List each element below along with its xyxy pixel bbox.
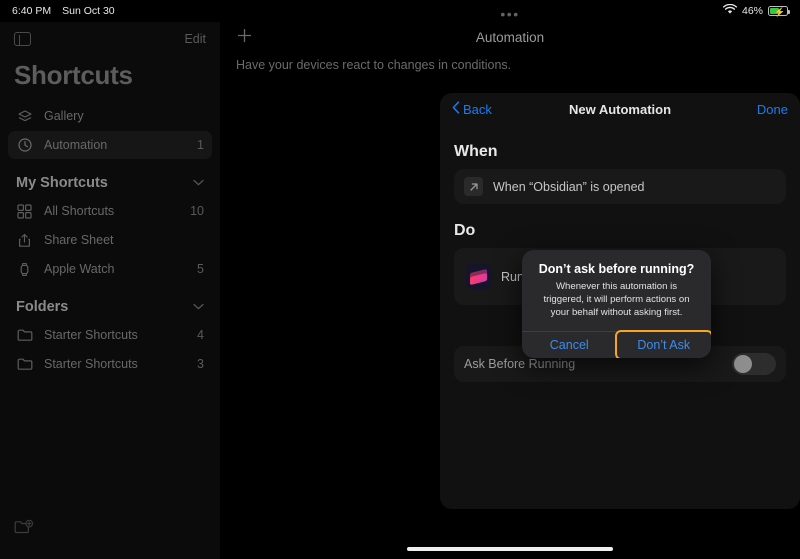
sidebar-item-all-shortcuts[interactable]: All Shortcuts 10 xyxy=(8,197,212,225)
ipad-screen: 6:40 PM Sun Oct 30 46% ⚡ Edit Shortcuts … xyxy=(0,0,800,559)
sidebar-item-count: 5 xyxy=(197,262,204,276)
chevron-down-icon[interactable] xyxy=(193,177,204,189)
status-time: 6:40 PM xyxy=(12,5,52,17)
cancel-button[interactable]: Cancel xyxy=(522,332,617,358)
sheet-title: New Automation xyxy=(568,101,672,117)
sidebar-item-share-sheet[interactable]: Share Sheet xyxy=(8,226,212,254)
back-label: Back xyxy=(463,101,492,117)
sidebar-topbar: Edit xyxy=(0,22,220,56)
battery-percent: 46% xyxy=(741,5,763,17)
sidebar-item-gallery[interactable]: Gallery xyxy=(8,102,212,130)
sidebar-item-label: Starter Shortcuts xyxy=(44,328,138,342)
page-title: Shortcuts xyxy=(14,60,133,90)
sidebar-item-automation[interactable]: Automation 1 xyxy=(8,131,212,159)
sidebar-toggle-icon[interactable] xyxy=(14,32,31,46)
sidebar-group-my-shortcuts[interactable]: My Shortcuts xyxy=(0,160,220,196)
main-title: Automation xyxy=(475,29,545,45)
status-bar: 6:40 PM Sun Oct 30 46% ⚡ xyxy=(0,0,800,22)
sidebar-group-label: My Shortcuts xyxy=(16,175,108,191)
sidebar-item-apple-watch[interactable]: Apple Watch 5 xyxy=(8,255,212,283)
plus-icon[interactable] xyxy=(236,27,253,48)
sidebar-item-label: Apple Watch xyxy=(44,262,115,276)
alert-actions: Cancel Don’t Ask xyxy=(522,329,711,358)
do-section-header: Do xyxy=(454,222,476,239)
when-section-header: When xyxy=(454,143,498,160)
sidebar-item-count: 10 xyxy=(190,204,204,218)
edit-button[interactable]: Edit xyxy=(184,32,206,46)
status-date: Sun Oct 30 xyxy=(62,5,115,17)
shortcuts-app-icon xyxy=(466,264,491,289)
sidebar-item-count: 3 xyxy=(197,357,204,371)
sidebar-item-label: Share Sheet xyxy=(44,233,114,247)
new-folder-icon xyxy=(14,519,34,540)
home-indicator xyxy=(407,547,613,551)
back-button[interactable]: Back xyxy=(452,101,492,117)
sidebar-item-count: 4 xyxy=(197,328,204,342)
new-folder-button[interactable] xyxy=(14,519,34,541)
apple-watch-icon xyxy=(16,261,33,278)
arrow-up-right-icon xyxy=(464,177,483,196)
sidebar-item-label: Starter Shortcuts xyxy=(44,357,138,371)
sidebar-item-starter-shortcuts-1[interactable]: Starter Shortcuts 4 xyxy=(8,321,212,349)
sidebar-item-label: All Shortcuts xyxy=(44,204,115,218)
alert-title: Don’t ask before running? xyxy=(538,262,695,276)
toggle-knob xyxy=(734,355,752,373)
chevron-left-icon xyxy=(452,101,460,116)
gallery-icon xyxy=(16,108,33,125)
window-grabber[interactable]: ••• xyxy=(500,7,519,21)
sidebar-item-label: Gallery xyxy=(44,109,84,123)
when-trigger-label: When “Obsidian” is opened xyxy=(493,179,645,194)
sidebar-item-label: Automation xyxy=(44,138,108,152)
chevron-down-icon[interactable] xyxy=(193,301,204,313)
confirmation-alert: Don’t ask before running? Whenever this … xyxy=(522,250,711,358)
sidebar-item-starter-shortcuts-2[interactable]: Starter Shortcuts 3 xyxy=(8,350,212,378)
sidebar: Edit Shortcuts Gallery Automation 1 My S… xyxy=(0,22,220,559)
ask-before-running-toggle[interactable] xyxy=(732,353,776,375)
folder-icon xyxy=(16,327,33,344)
battery-charging-icon: ⚡ xyxy=(768,6,790,17)
dont-ask-button[interactable]: Don’t Ask xyxy=(614,329,711,358)
sheet-navigation-bar: Back New Automation Done xyxy=(440,93,800,125)
alert-body: Don’t ask before running? Whenever this … xyxy=(522,250,711,331)
sidebar-group-folders[interactable]: Folders xyxy=(0,284,220,320)
folder-icon xyxy=(16,356,33,373)
main-subtitle: Have your devices react to changes in co… xyxy=(236,58,512,72)
share-icon xyxy=(16,232,33,249)
ask-before-running-label: Ask Before Running xyxy=(464,357,576,371)
wifi-icon xyxy=(722,3,737,18)
clock-icon xyxy=(16,137,33,154)
alert-message: Whenever this automation is triggered, i… xyxy=(543,281,690,318)
sidebar-item-count: 1 xyxy=(197,138,204,152)
grid-icon xyxy=(16,203,33,220)
when-trigger-row[interactable]: When “Obsidian” is opened xyxy=(454,169,786,204)
sidebar-group-label: Folders xyxy=(16,299,69,315)
done-button[interactable]: Done xyxy=(757,102,788,117)
main-pane: ••• Automation Have your devices react t… xyxy=(220,7,800,559)
main-toolbar: Automation xyxy=(220,22,800,52)
